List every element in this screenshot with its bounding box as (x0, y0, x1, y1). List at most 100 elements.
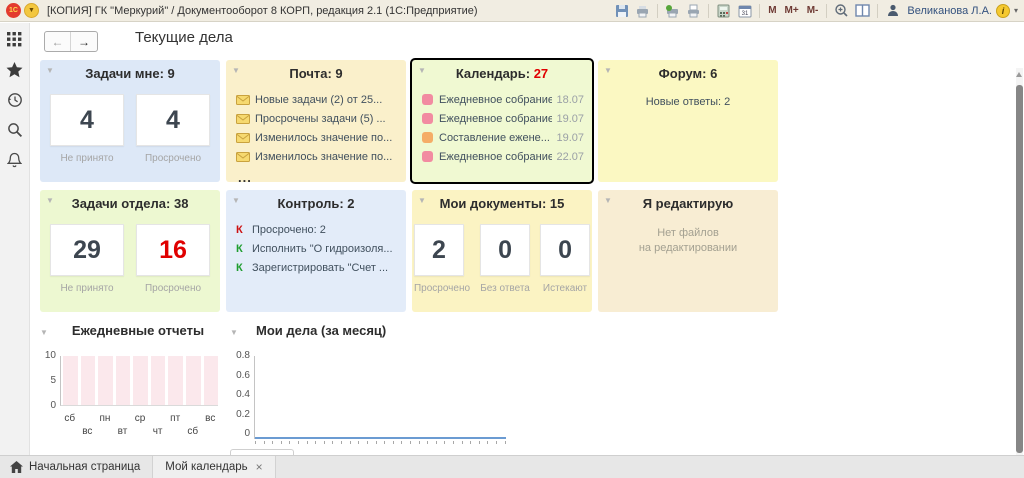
calendar-event[interactable]: Составление ежене... 19.07 (422, 128, 584, 147)
widget-daily-reports-chart[interactable]: ▼ Ежедневные отчеты 10 5 0 сб вс пн вт ср чт пт с… (40, 323, 236, 441)
control-item[interactable]: К Просрочено: 2 (236, 220, 398, 239)
scroll-up-icon[interactable] (1016, 72, 1022, 77)
mail-item[interactable]: Новые задачи (2) от 25... (236, 90, 398, 109)
close-tab-icon[interactable]: × (256, 460, 263, 474)
widget-title[interactable]: Я редактирую (598, 196, 778, 216)
counter-label: Просрочено (144, 153, 202, 164)
widget-forum[interactable]: ▼ Форум: 6 Новые ответы: 2 (598, 60, 778, 182)
event-date: 18.07 (556, 93, 584, 106)
forum-new-answers[interactable]: Новые ответы: 2 (598, 96, 778, 108)
font-scale-m-button[interactable]: M (766, 5, 778, 16)
collapse-arrow-icon[interactable]: ▼ (46, 197, 54, 205)
event-icon (422, 132, 433, 143)
counter-label: Не принято (60, 153, 114, 164)
control-item[interactable]: К Зарегистрировать "Счет ... (236, 258, 398, 277)
collapse-arrow-icon[interactable]: ▼ (232, 197, 240, 205)
page-title: Текущие дела (135, 29, 233, 46)
envelope-icon (236, 151, 250, 162)
counter-expiring[interactable]: 0 Истекают (540, 224, 591, 294)
calendar-event[interactable]: Ежедневное собрание 22.07 (422, 147, 584, 166)
titlebar-dropdown-icon[interactable]: ▾ (1014, 6, 1018, 15)
calendar-icon[interactable]: 31 (736, 3, 753, 19)
svg-text:31: 31 (741, 11, 748, 17)
control-item[interactable]: К Исполнить "О гидроизоля... (236, 239, 398, 258)
main-menu-button[interactable]: ▼ (24, 3, 39, 18)
font-scale-mplus-button[interactable]: M+ (783, 5, 801, 16)
widget-title[interactable]: Мои документы: 15 (412, 196, 592, 216)
widget-dept-tasks[interactable]: ▼ Задачи отдела: 38 29 Не принято 16 Про… (40, 190, 220, 312)
widget-title[interactable]: Форум: 6 (598, 66, 778, 86)
widget-my-documents[interactable]: ▼ Мои документы: 15 2 Просрочено 0 Без о… (412, 190, 592, 312)
open-windows-tab-bar: Начальная страница Мой календарь × (0, 455, 1024, 478)
calendar-event[interactable]: Ежедневное собрание 18.07 (422, 90, 584, 109)
bar-chart-x-axis: сб вс пн вт ср чт пт сб вс (64, 413, 216, 437)
print-preview-icon[interactable] (685, 3, 702, 19)
history-icon[interactable] (6, 91, 23, 108)
calculator-icon[interactable] (715, 3, 732, 19)
user-icon[interactable] (884, 3, 901, 19)
scrollbar-thumb[interactable] (1016, 85, 1023, 453)
print-icon[interactable] (634, 3, 651, 19)
tab-home-page[interactable]: Начальная страница (0, 456, 152, 478)
history-nav-group: ← → (44, 31, 98, 52)
zoom-icon[interactable] (833, 3, 850, 19)
save-icon[interactable] (613, 3, 630, 19)
collapse-arrow-icon[interactable]: ▼ (418, 197, 426, 205)
window-title: [КОПИЯ] ГК "Меркурий" / Документооборот … (47, 4, 478, 17)
font-scale-mminus-button[interactable]: M- (805, 5, 821, 16)
widget-tasks-me[interactable]: ▼ Задачи мне: 9 4 Не принято 4 Просрочен… (40, 60, 220, 182)
mail-item[interactable]: Изменилось значение по... (236, 128, 398, 147)
collapse-arrow-icon[interactable]: ▼ (40, 329, 48, 337)
search-icon[interactable] (6, 121, 23, 138)
counter-overdue[interactable]: 4 Просрочено (136, 94, 210, 164)
widget-calendar[interactable]: ▼ Календарь: 27 Ежедневное собрание 18.0… (410, 58, 594, 184)
event-date: 19.07 (556, 131, 584, 144)
split-view-icon[interactable] (854, 3, 871, 19)
counter-overdue[interactable]: 16 Просрочено (136, 224, 210, 294)
quick-print-icon[interactable] (664, 3, 681, 19)
collapse-arrow-icon[interactable]: ▼ (232, 67, 240, 75)
line-chart-y-axis: 0.8 0.6 0.4 0.2 0 (236, 350, 250, 439)
editing-empty-text: Нет файлов на редактировании (638, 227, 738, 254)
widget-title[interactable]: Контроль: 2 (226, 196, 406, 216)
tool-sidebar (0, 23, 30, 455)
bar-chart-plot (60, 356, 219, 406)
collapse-arrow-icon[interactable]: ▼ (46, 67, 54, 75)
collapse-arrow-icon[interactable]: ▼ (230, 329, 238, 337)
widget-title[interactable]: Задачи мне: 9 (40, 66, 220, 86)
collapse-arrow-icon[interactable]: ▼ (604, 67, 612, 75)
counter-not-accepted[interactable]: 29 Не принято (50, 224, 124, 294)
forward-button[interactable]: → (71, 32, 97, 51)
widget-title[interactable]: Календарь: 27 (412, 66, 592, 86)
collapse-arrow-icon[interactable]: ▼ (604, 197, 612, 205)
counter-overdue[interactable]: 2 Просрочено (413, 224, 470, 294)
back-button[interactable]: ← (45, 32, 71, 51)
favorites-star-icon[interactable] (6, 61, 23, 78)
vertical-scrollbar[interactable] (1016, 68, 1023, 468)
counter-not-accepted[interactable]: 4 Не принято (50, 94, 124, 164)
event-icon (422, 94, 433, 105)
window-title-bar: 1С ▼ [КОПИЯ] ГК "Меркурий" / Документооб… (0, 0, 1024, 22)
1c-logo-icon: 1С (6, 3, 21, 18)
counter-no-answer[interactable]: 0 Без ответа (480, 224, 531, 294)
mail-item[interactable]: Просрочены задачи (5) ... (236, 109, 398, 128)
menu-grid-icon[interactable] (6, 31, 23, 48)
bar-chart-y-axis: 10 5 0 (44, 350, 56, 411)
mail-item[interactable]: Изменилось значение по... (236, 147, 398, 166)
widget-control[interactable]: ▼ Контроль: 2 К Просрочено: 2 К Исполнит… (226, 190, 406, 312)
mail-more-link[interactable]: ... (226, 170, 406, 185)
widget-editing[interactable]: ▼ Я редактирую Нет файлов на редактирова… (598, 190, 778, 312)
widget-my-affairs-chart[interactable]: ▼ Мои дела (за месяц) 0.8 0.6 0.4 0.2 0 (230, 323, 530, 444)
info-icon[interactable]: i (995, 3, 1010, 18)
envelope-icon (236, 132, 250, 143)
widget-title[interactable]: Задачи отдела: 38 (40, 196, 220, 216)
notifications-bell-icon[interactable] (6, 151, 23, 168)
counter-label: Просрочено (144, 283, 202, 294)
current-user-name[interactable]: Великанова Л.А. (907, 5, 992, 17)
widget-mail[interactable]: ▼ Почта: 9 Новые задачи (2) от 25... Про… (226, 60, 406, 185)
tab-my-calendar[interactable]: Мой календарь × (152, 456, 276, 478)
collapse-arrow-icon[interactable]: ▼ (418, 67, 426, 75)
counter-label: Не принято (60, 283, 114, 294)
calendar-event[interactable]: Ежедневное собрание 19.07 (422, 109, 584, 128)
widget-title[interactable]: Почта: 9 (226, 66, 406, 86)
